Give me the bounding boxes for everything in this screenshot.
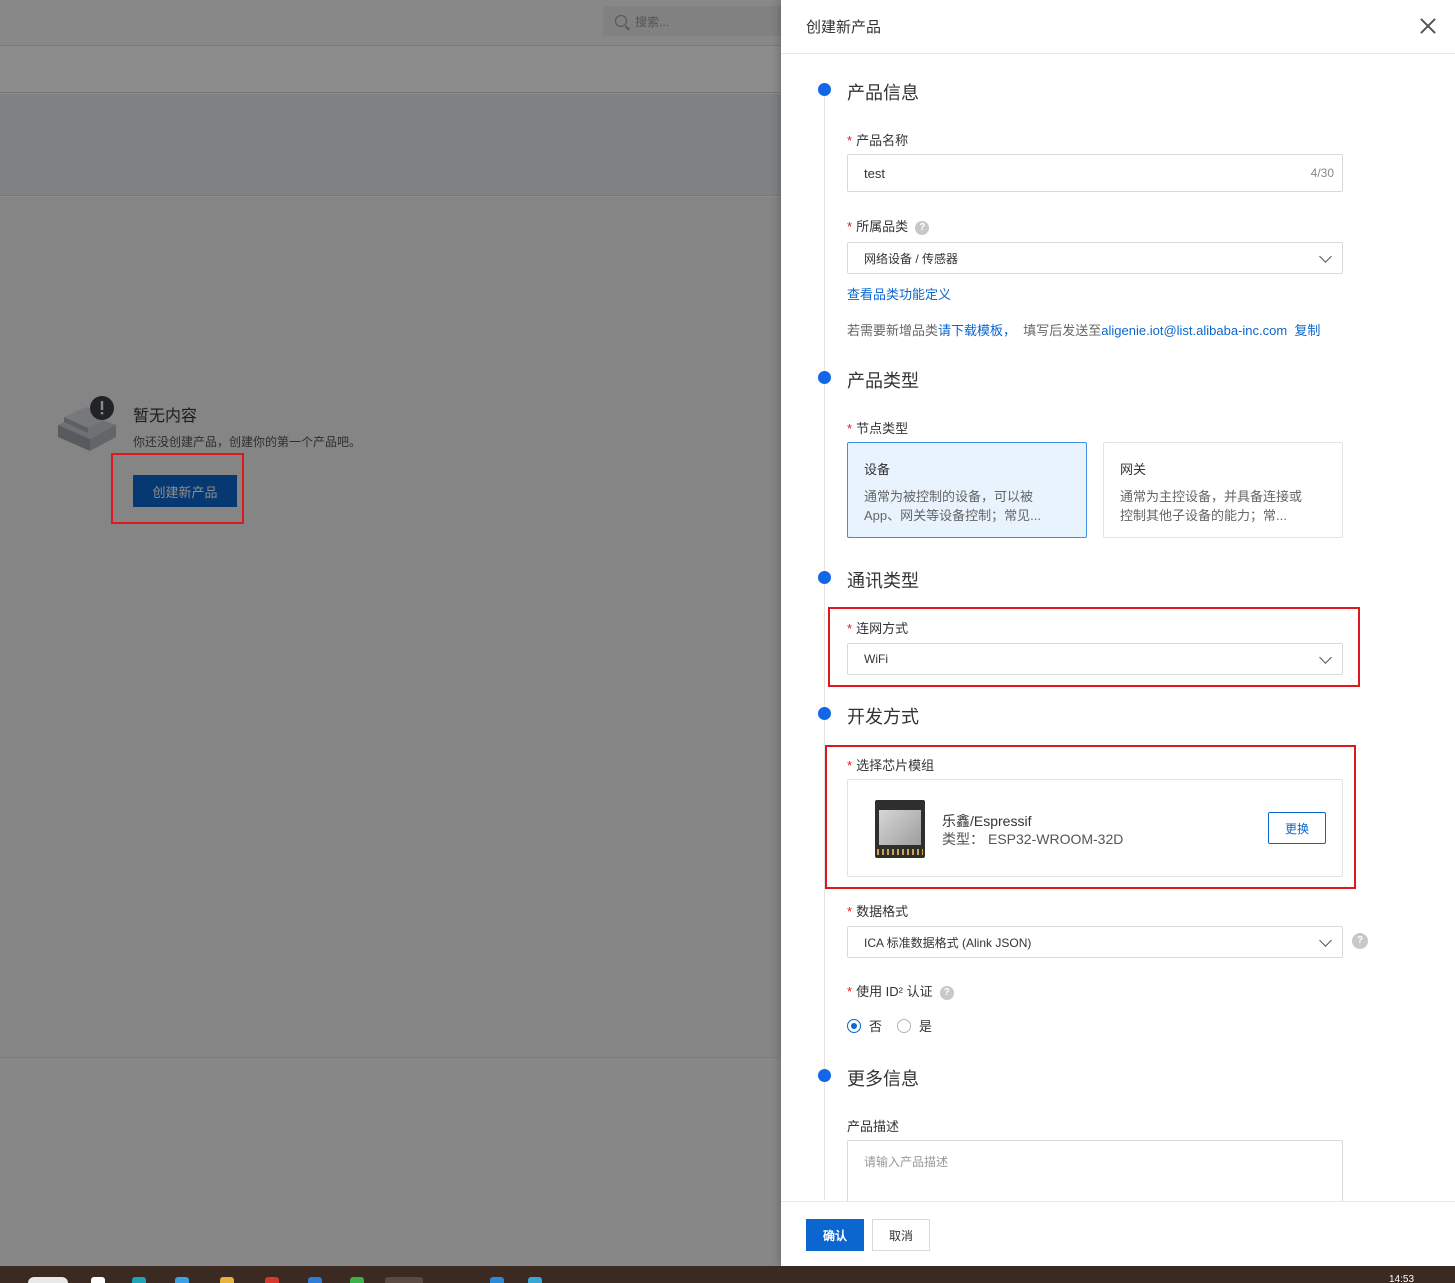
- help-icon[interactable]: ?: [915, 220, 930, 235]
- product-name-value: test: [864, 165, 885, 181]
- description-label: 产品描述: [847, 1119, 900, 1134]
- card-desc: 控制其他子设备的能力；常...: [1120, 508, 1287, 523]
- help-icon[interactable]: ?: [939, 985, 954, 1000]
- node-type-device-card[interactable]: 设备 通常为被控制的设备，可以被 App、网关等设备控制；常见...: [847, 442, 1087, 538]
- node-type-label: * 节点类型: [847, 421, 909, 436]
- confirm-button[interactable]: 确认: [806, 1219, 864, 1251]
- taskbar-clock: 14:53: [1389, 1274, 1415, 1283]
- product-name-label: * 产品名称: [847, 133, 909, 148]
- os-taskbar: 14:53: [0, 1266, 1455, 1283]
- cancel-button[interactable]: 取消: [872, 1219, 930, 1251]
- chip-module-image: [875, 800, 925, 858]
- network-value: WiFi: [864, 652, 888, 666]
- wechat-icon[interactable]: [350, 1277, 364, 1283]
- card-desc: App、网关等设备控制；常见...: [864, 508, 1041, 523]
- char-counter: 4/30: [1310, 166, 1334, 180]
- drawer-title: 创建新产品: [806, 19, 882, 36]
- id2-radio-yes[interactable]: 是: [897, 1016, 932, 1035]
- modal-overlay[interactable]: [0, 0, 781, 1266]
- data-format-value: ICA 标准数据格式 (Alink JSON): [864, 935, 1032, 950]
- chevron-down-icon: [1319, 934, 1332, 947]
- id2-radio-no[interactable]: 否: [847, 1016, 882, 1035]
- help-icon[interactable]: ?: [1352, 933, 1368, 949]
- node-type-gateway-card[interactable]: 网关 通常为主控设备，并具备连接或 控制其他子设备的能力；常...: [1103, 442, 1343, 538]
- chevron-down-icon: [1319, 250, 1332, 263]
- download-template-link[interactable]: 请下载模板，: [938, 323, 1016, 338]
- timeline-line: [824, 92, 825, 1200]
- category-value: 网络设备 / 传感器: [864, 251, 959, 266]
- card-desc: 通常为被控制的设备，可以被: [864, 489, 1034, 504]
- browser-icon[interactable]: [175, 1277, 189, 1283]
- timeline-dot: [818, 1069, 831, 1082]
- section-title-more-info: 更多信息: [847, 1069, 919, 1089]
- drawer-footer: 确认 取消: [781, 1201, 1455, 1266]
- chip-label: * 选择芯片模组: [847, 758, 935, 773]
- radio-checked-icon: [847, 1018, 861, 1033]
- id2-label: * 使用 ID² 认证 ?: [847, 981, 954, 1000]
- chevron-down-icon: [1319, 651, 1332, 664]
- drawer-header: 创建新产品: [781, 0, 1455, 54]
- data-format-select[interactable]: ICA 标准数据格式 (Alink JSON): [847, 926, 1343, 958]
- radio-unchecked-icon: [897, 1018, 911, 1033]
- card-title: 网关: [1120, 462, 1147, 477]
- active-app-icon[interactable]: [385, 1277, 423, 1283]
- card-desc: 通常为主控设备，并具备连接或: [1120, 489, 1303, 504]
- change-chip-button[interactable]: 更换: [1268, 812, 1326, 844]
- app-icon[interactable]: [132, 1277, 146, 1283]
- create-product-drawer: 创建新产品 产品信息 * 产品名称 test 4/30 * 所属品类 ? 网络设备 …: [781, 0, 1455, 1266]
- category-hint: 若需要新增品类请下载模板， 填写后发送至aligenie.iot@list.al…: [847, 323, 1321, 338]
- copy-link[interactable]: 复制: [1294, 323, 1320, 338]
- close-icon[interactable]: [1419, 17, 1437, 35]
- folder-icon[interactable]: [220, 1277, 234, 1283]
- network-select[interactable]: WiFi: [847, 643, 1343, 675]
- section-title-product-type: 产品类型: [847, 371, 919, 391]
- section-title-dev-mode: 开发方式: [847, 707, 919, 727]
- app-icon[interactable]: [308, 1277, 322, 1283]
- radio-label: 是: [919, 1019, 933, 1034]
- app-icon[interactable]: [528, 1277, 542, 1283]
- app-icon[interactable]: [265, 1277, 279, 1283]
- chip-model: 类型： ESP32-WROOM-32D: [942, 831, 1124, 847]
- email-link[interactable]: aligenie.iot@list.alibaba-inc.com: [1101, 323, 1287, 338]
- search-icon[interactable]: [28, 1277, 68, 1283]
- card-title: 设备: [864, 462, 891, 477]
- chip-vendor: 乐鑫/Espressif: [942, 813, 1032, 829]
- chip-module-card: 乐鑫/Espressif 类型： ESP32-WROOM-32D 更换: [847, 779, 1343, 877]
- category-label: * 所属品类 ?: [847, 216, 930, 235]
- task-view-icon[interactable]: [91, 1277, 105, 1283]
- view-category-link[interactable]: 查看品类功能定义: [847, 284, 951, 303]
- timeline-dot: [818, 83, 831, 96]
- product-name-input[interactable]: test 4/30: [847, 154, 1343, 192]
- editor-icon[interactable]: [490, 1277, 504, 1283]
- network-label: * 连网方式: [847, 621, 909, 636]
- data-format-label: * 数据格式: [847, 904, 909, 919]
- category-select[interactable]: 网络设备 / 传感器: [847, 242, 1343, 274]
- timeline-dot: [818, 571, 831, 584]
- radio-label: 否: [869, 1019, 883, 1034]
- timeline-dot: [818, 707, 831, 720]
- section-title-product-info: 产品信息: [847, 83, 919, 103]
- description-textarea[interactable]: 请输入产品描述: [847, 1140, 1343, 1210]
- section-title-comm-type: 通讯类型: [847, 571, 919, 591]
- timeline-dot: [818, 371, 831, 384]
